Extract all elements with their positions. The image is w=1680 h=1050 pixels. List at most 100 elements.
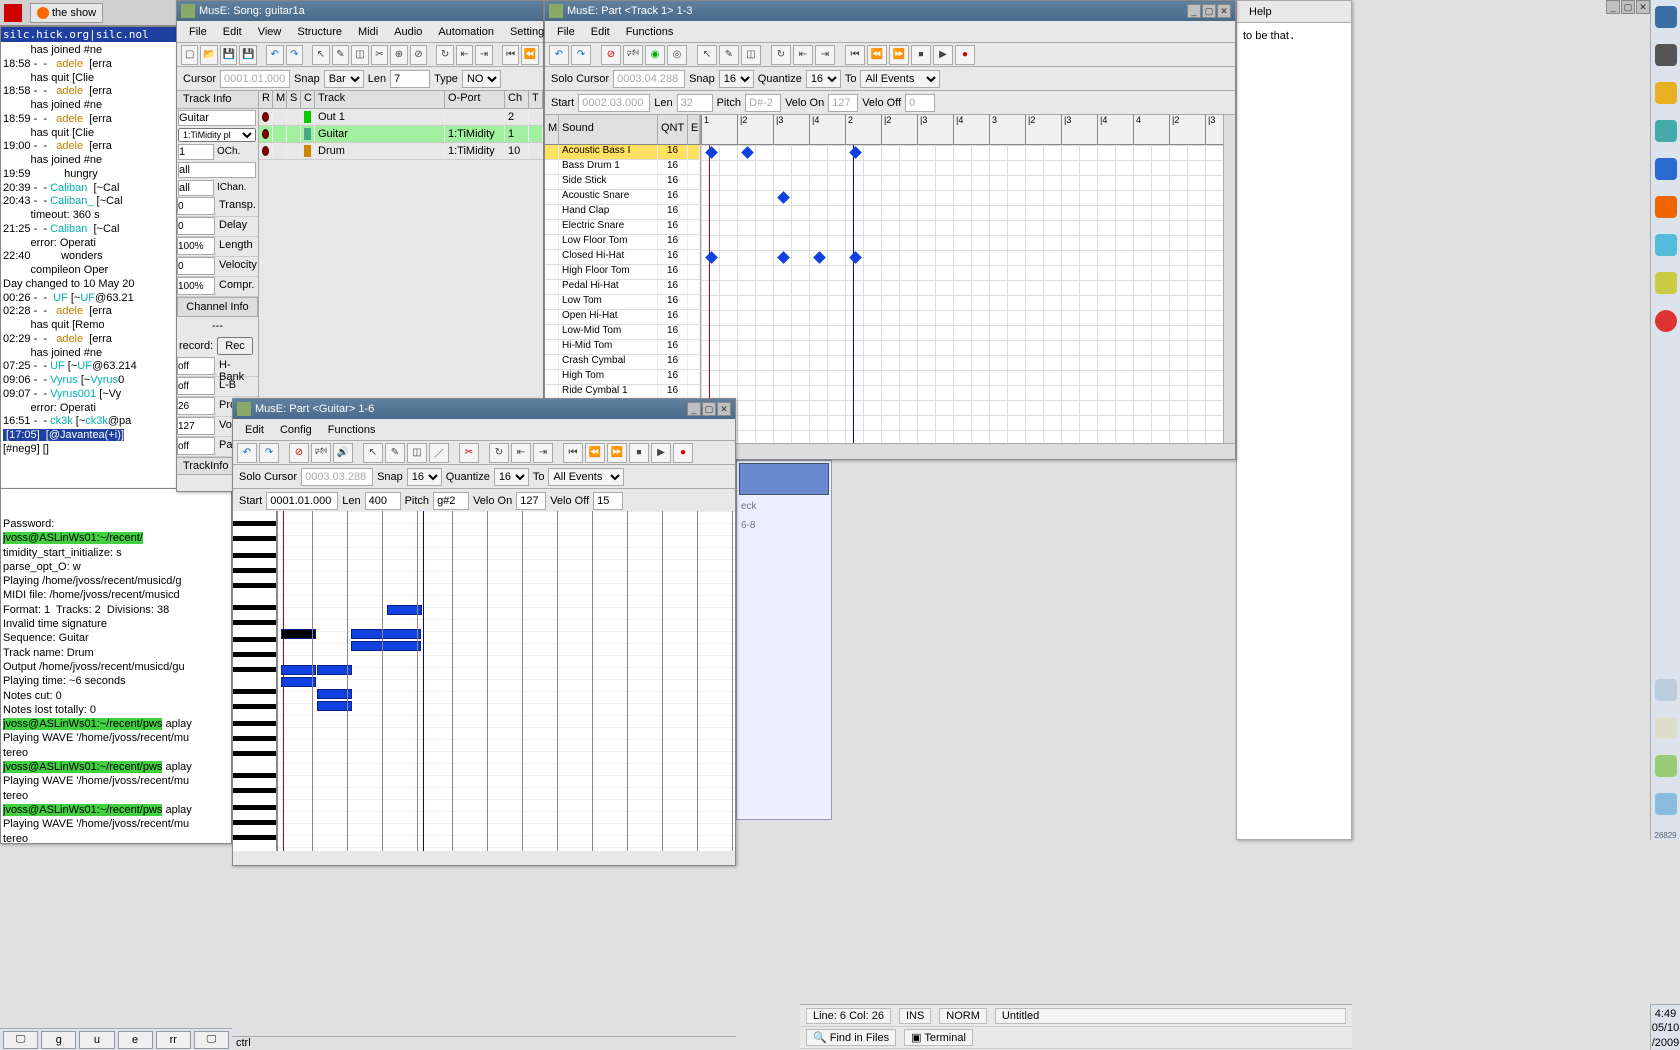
kde-icon[interactable] — [1655, 6, 1677, 28]
editor-body[interactable]: to be that. — [1237, 23, 1351, 48]
menu-edit[interactable]: Edit — [237, 421, 272, 439]
play-icon[interactable]: ▶ — [651, 443, 671, 463]
taskbar-button[interactable]: 🖵 — [194, 1031, 229, 1049]
close-icon[interactable]: ✕ — [1217, 4, 1231, 18]
pointer-icon[interactable]: ↖ — [363, 443, 383, 463]
menu-config[interactable]: Config — [272, 421, 320, 439]
cut-icon[interactable]: ✂ — [371, 45, 388, 65]
home-icon[interactable] — [1655, 82, 1677, 104]
pointer-icon[interactable]: ↖ — [697, 45, 717, 65]
mute-icon[interactable]: ⊘ — [410, 45, 427, 65]
gimp-icon[interactable] — [1655, 234, 1677, 256]
eraser-icon[interactable]: ◫ — [351, 45, 368, 65]
all-field[interactable] — [178, 162, 256, 178]
minimize-icon[interactable]: _ — [1187, 4, 1201, 18]
snap-select[interactable]: 16 — [407, 468, 442, 486]
vertical-scrollbar[interactable] — [1223, 115, 1235, 443]
cut-icon[interactable]: ✂ — [459, 443, 479, 463]
bank-field[interactable] — [177, 397, 215, 415]
drum-sound-row[interactable]: Closed Hi-Hat16 — [545, 250, 700, 265]
velooff-field[interactable] — [593, 492, 623, 510]
drum-sound-row[interactable]: Acoustic Bass I16 — [545, 145, 700, 160]
pianoroll-titlebar[interactable]: MusE: Part <Guitar> 1-6 _ ▢ ✕ — [233, 399, 735, 419]
drum-note[interactable] — [777, 191, 790, 204]
snap-select[interactable]: Bar — [324, 70, 364, 88]
quantize-select[interactable]: 16 — [494, 468, 529, 486]
forward-icon[interactable]: ⏩ — [889, 45, 909, 65]
note[interactable] — [281, 629, 316, 639]
monitor-icon[interactable] — [1655, 44, 1677, 66]
punchin-icon[interactable]: ⇤ — [511, 443, 531, 463]
punchin-icon[interactable]: ⇤ — [456, 45, 473, 65]
synth-select[interactable]: 1:TiMidity pl — [178, 128, 256, 142]
piano-keyboard[interactable] — [233, 511, 277, 851]
drum-sound-row[interactable]: Low-Mid Tom16 — [545, 325, 700, 340]
sync-icon[interactable]: ◉ — [645, 45, 665, 65]
pencil-icon[interactable]: ✎ — [719, 45, 739, 65]
veloon-field[interactable] — [828, 94, 858, 112]
taskbar-button[interactable]: g — [41, 1031, 76, 1049]
metronome-icon[interactable]: 🕬 — [623, 45, 643, 65]
solo-cursor-field[interactable] — [613, 70, 685, 88]
pencil-icon[interactable]: ✎ — [332, 45, 349, 65]
to-select[interactable]: All Events — [548, 468, 624, 486]
save-as-icon[interactable]: 💾 — [239, 45, 256, 65]
bank-field[interactable] — [177, 357, 215, 375]
new-icon[interactable]: ▢ — [181, 45, 198, 65]
drum-note[interactable] — [741, 146, 754, 159]
bank-field[interactable] — [177, 377, 215, 395]
undo-icon[interactable]: ↶ — [237, 443, 257, 463]
menu-edit[interactable]: Edit — [215, 23, 250, 41]
bank-field[interactable] — [177, 437, 215, 455]
note[interactable] — [281, 665, 316, 675]
ichan-field[interactable] — [178, 180, 214, 196]
param-field[interactable] — [177, 277, 215, 295]
eraser-icon[interactable]: ◫ — [407, 443, 427, 463]
pianoroll-grid[interactable] — [277, 511, 735, 851]
stop-icon[interactable]: ⏹ — [911, 45, 931, 65]
rewind-icon[interactable]: ⏪ — [585, 443, 605, 463]
cancel-icon[interactable] — [1655, 310, 1677, 332]
open-icon[interactable]: 📂 — [200, 45, 217, 65]
param-field[interactable] — [177, 217, 215, 235]
insert-mode[interactable]: INS — [899, 1008, 931, 1024]
drum-sound-row[interactable]: Low Tom16 — [545, 295, 700, 310]
forward-icon[interactable]: ⏩ — [607, 443, 627, 463]
drum-sound-row[interactable]: High Floor Tom16 — [545, 265, 700, 280]
taskbar-button[interactable]: rr — [156, 1031, 191, 1049]
pencil-icon[interactable]: ✎ — [385, 443, 405, 463]
globe-icon[interactable] — [1655, 120, 1677, 142]
terminal-button[interactable]: ▣ Terminal — [904, 1029, 973, 1046]
part-block[interactable] — [739, 463, 829, 495]
to-select[interactable]: All Events — [860, 70, 940, 88]
redo-icon[interactable]: ↷ — [286, 45, 303, 65]
panic-icon[interactable]: ⊘ — [601, 45, 621, 65]
drum-sound-row[interactable]: Hand Clap16 — [545, 205, 700, 220]
rewind-start-icon[interactable]: ⏮ — [563, 443, 583, 463]
record-icon[interactable]: ● — [673, 443, 693, 463]
track-row[interactable]: Out 12 — [259, 109, 543, 126]
menu-functions[interactable]: Functions — [618, 23, 682, 41]
drum-note[interactable] — [813, 251, 826, 264]
drum-sound-row[interactable]: Open Hi-Hat16 — [545, 310, 700, 325]
menu-view[interactable]: View — [250, 23, 290, 41]
undo-icon[interactable]: ↶ — [266, 45, 283, 65]
redo-icon[interactable]: ↷ — [571, 45, 591, 65]
drum-ruler[interactable]: 1|2|3|42|2|3|43|2|3|44|2|3 — [701, 115, 1223, 145]
close-icon[interactable]: ✕ — [1636, 0, 1650, 14]
drum-grid[interactable]: 1|2|3|42|2|3|43|2|3|44|2|3 — [701, 115, 1223, 443]
velooff-field[interactable] — [905, 94, 935, 112]
veloon-field[interactable] — [516, 492, 546, 510]
solo-cursor-field[interactable] — [301, 468, 373, 486]
drum-note[interactable] — [705, 251, 718, 264]
folder-icon[interactable] — [1655, 679, 1677, 701]
len-field[interactable] — [677, 94, 713, 112]
snap-select[interactable]: 16 — [719, 70, 754, 88]
maximize-icon[interactable]: ▢ — [1202, 4, 1216, 18]
minimize-icon[interactable]: _ — [1606, 0, 1620, 14]
close-icon[interactable]: ✕ — [717, 402, 731, 416]
menu-audio[interactable]: Audio — [386, 23, 430, 41]
drum-sound-row[interactable]: Bass Drum 116 — [545, 160, 700, 175]
rec-button[interactable]: Rec — [217, 337, 253, 355]
channel-info-button[interactable]: Channel Info — [177, 297, 258, 317]
